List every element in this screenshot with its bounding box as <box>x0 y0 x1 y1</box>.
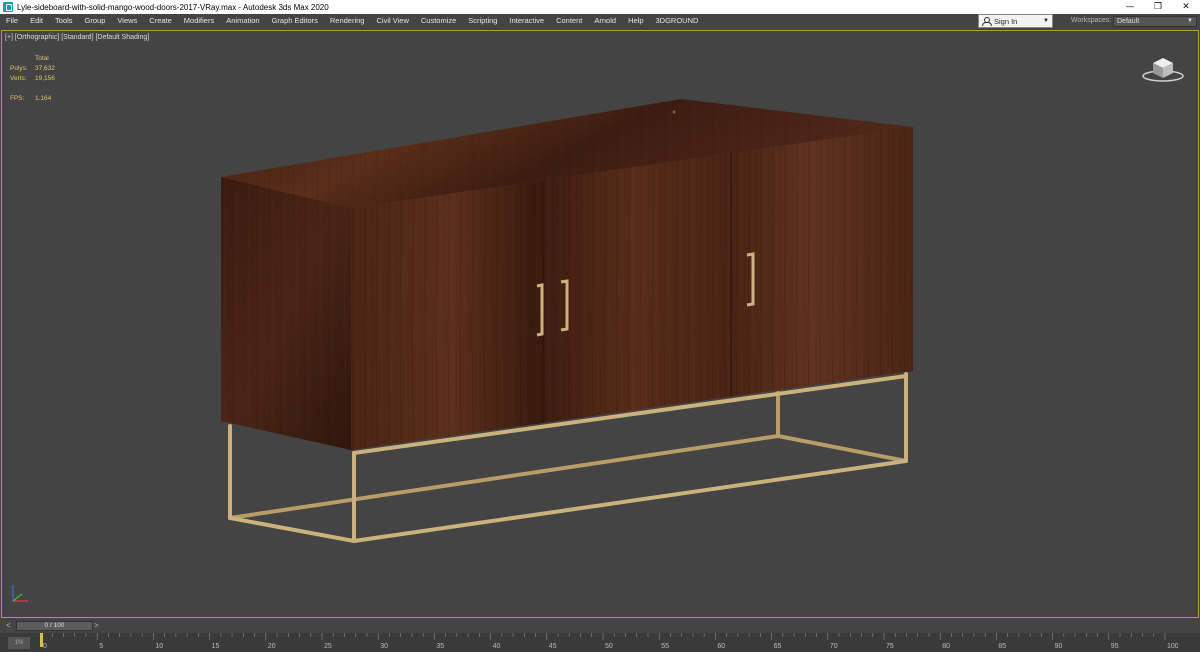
workspace-value: Default <box>1117 18 1140 25</box>
stats-fps: FPS: 1.164 <box>10 94 55 104</box>
sign-in-label: Sign In <box>994 16 1018 26</box>
axis-tripod-icon <box>12 585 28 602</box>
menu-customize[interactable]: Customize <box>415 14 462 28</box>
menu-file[interactable]: File <box>0 14 24 28</box>
time-slider-thumb[interactable]: 0 / 100 <box>16 621 93 631</box>
minimize-button[interactable]: — <box>1116 0 1144 14</box>
ruler-label: 40 <box>493 643 501 650</box>
ruler-label: 65 <box>774 643 782 650</box>
chevron-down-icon: ▼ <box>1187 18 1193 24</box>
menu-3dground[interactable]: 3DGROUND <box>650 14 705 28</box>
timeline-ruler[interactable]: 0 5 10 15 20 25 30 35 40 45 50 55 60 65 70 75 80 85 90 95 10… <box>38 633 1178 652</box>
close-button[interactable]: ✕ <box>1172 0 1200 14</box>
polys-label: Polys: <box>10 65 28 72</box>
ruler-label: 80 <box>942 643 950 650</box>
viewcube-icon[interactable] <box>1140 53 1186 83</box>
next-frame-button[interactable]: > <box>94 621 99 630</box>
menu-tools[interactable]: Tools <box>49 14 79 28</box>
menu-views[interactable]: Views <box>111 14 143 28</box>
ruler-label: 30 <box>380 643 388 650</box>
ruler-label: 20 <box>268 643 276 650</box>
menu-graph-editors[interactable]: Graph Editors <box>266 14 324 28</box>
menu-help[interactable]: Help <box>622 14 649 28</box>
ruler-label: 35 <box>436 643 444 650</box>
menu-create[interactable]: Create <box>143 14 178 28</box>
ruler-label: 10 <box>155 643 163 650</box>
track-bar-toggle[interactable]: 1% <box>8 637 30 649</box>
track-bar[interactable]: 1% 0 5 10 15 20 25 30 35 40 45 50 55 60 65 70 75 80 85 90 9… <box>0 633 1200 652</box>
ruler-label: 75 <box>886 643 894 650</box>
stats-polys: Polys: 37,632 <box>10 64 55 74</box>
workspaces-label: Workspaces: <box>1071 17 1112 24</box>
viewport-label[interactable]: [+] [Orthographic] [Standard] [Default S… <box>5 34 149 41</box>
polys-value: 37,632 <box>35 65 55 72</box>
restore-button[interactable]: ❐ <box>1144 0 1172 14</box>
fps-label: FPS: <box>10 95 25 102</box>
chevron-down-icon: ▼ <box>1043 18 1049 24</box>
perspective-viewport[interactable]: [+] [Orthographic] [Standard] [Default S… <box>1 30 1199 618</box>
menu-arnold[interactable]: Arnold <box>588 14 622 28</box>
ruler-label: 0 <box>43 643 47 650</box>
menu-scripting[interactable]: Scripting <box>462 14 503 28</box>
window-controls: — ❐ ✕ <box>1116 0 1200 14</box>
ruler-label: 5 <box>99 643 103 650</box>
sign-in-dropdown[interactable]: Sign In ▼ <box>978 14 1053 28</box>
stats-verts: Verts: 19,156 <box>10 74 55 84</box>
title-bar: Lyle-sideboard-with-solid-mango-wood-doo… <box>0 0 1200 14</box>
3dsmax-app-icon <box>3 2 13 12</box>
ruler-label: 85 <box>998 643 1006 650</box>
ruler-label: 15 <box>212 643 220 650</box>
user-icon <box>982 17 992 26</box>
menu-group[interactable]: Group <box>79 14 112 28</box>
menu-edit[interactable]: Edit <box>24 14 49 28</box>
verts-label: Verts: <box>10 75 27 82</box>
current-frame-marker[interactable] <box>40 633 43 647</box>
menu-content[interactable]: Content <box>550 14 588 28</box>
workspaces-select[interactable]: Default ▼ <box>1113 16 1197 27</box>
menu-civil-view[interactable]: Civil View <box>370 14 414 28</box>
statistics-overlay: Total Polys: 37,632 Verts: 19,156 FPS: 1… <box>10 54 55 104</box>
menu-animation[interactable]: Animation <box>220 14 265 28</box>
ruler-label: 90 <box>1055 643 1063 650</box>
fps-value: 1.164 <box>35 95 52 102</box>
stats-total-label: Total <box>35 55 49 62</box>
ruler-label: 55 <box>661 643 669 650</box>
previous-frame-button[interactable]: < <box>6 621 11 630</box>
menu-interactive[interactable]: Interactive <box>503 14 550 28</box>
ruler-label: 100 <box>1167 643 1178 650</box>
ruler-label: 45 <box>549 643 557 650</box>
ruler-label: 70 <box>830 643 838 650</box>
sideboard-3d-model[interactable] <box>2 31 1199 618</box>
top-corner-highlight <box>672 110 676 114</box>
ruler-label: 95 <box>1111 643 1119 650</box>
menu-rendering[interactable]: Rendering <box>324 14 371 28</box>
ruler-label: 25 <box>324 643 332 650</box>
menu-modifiers[interactable]: Modifiers <box>178 14 220 28</box>
time-slider[interactable]: < 0 / 100 > <box>0 619 1200 633</box>
window-title: Lyle-sideboard-with-solid-mango-wood-doo… <box>17 2 329 12</box>
ruler-label: 50 <box>605 643 613 650</box>
verts-value: 19,156 <box>35 75 55 82</box>
ruler-label: 60 <box>717 643 725 650</box>
